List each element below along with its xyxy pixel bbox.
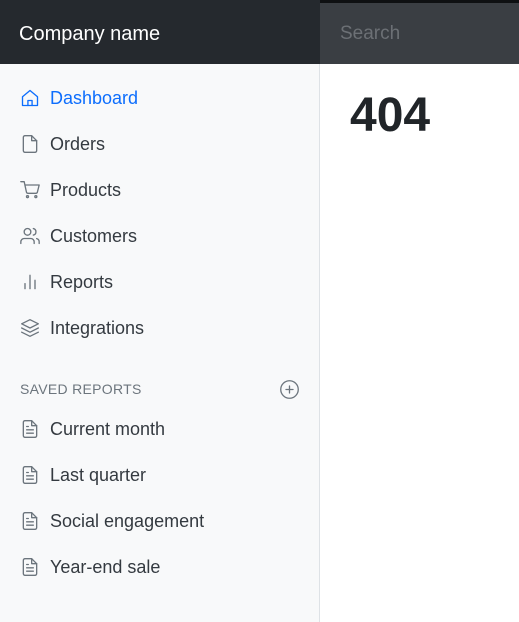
brand-name[interactable]: Company name xyxy=(0,0,320,64)
file-text-icon xyxy=(19,556,41,578)
sidebar-item-dashboard[interactable]: Dashboard xyxy=(0,77,319,119)
sidebar-item-integrations[interactable]: Integrations xyxy=(0,307,319,349)
sidebar-item-social-engagement[interactable]: Social engagement xyxy=(0,500,319,542)
top-navbar: Company name xyxy=(0,0,519,64)
search-input[interactable] xyxy=(320,3,519,64)
sidebar-item-label: Integrations xyxy=(50,317,145,338)
file-text-icon xyxy=(19,464,41,486)
sidebar-item-year-end-sale[interactable]: Year-end sale xyxy=(0,546,319,588)
sidebar-item-label: Orders xyxy=(50,133,106,154)
file-text-icon xyxy=(19,418,41,440)
saved-reports-title: SAVED REPORTS xyxy=(20,381,142,397)
saved-reports-header: SAVED REPORTS xyxy=(0,374,319,402)
layers-icon xyxy=(19,317,41,339)
sidebar-item-label: Reports xyxy=(50,271,114,292)
sidebar-item-products[interactable]: Products xyxy=(0,169,319,211)
plus-circle-icon xyxy=(280,380,299,399)
bar-chart-icon xyxy=(19,271,41,293)
sidebar-item-last-quarter[interactable]: Last quarter xyxy=(0,454,319,496)
users-icon xyxy=(19,225,41,247)
sidebar-item-label: Current month xyxy=(50,418,166,439)
sidebar: Dashboard Orders Products Customers Repo… xyxy=(0,64,320,622)
sidebar-item-label: Last quarter xyxy=(50,464,147,485)
add-report-button[interactable] xyxy=(279,379,300,400)
sidebar-item-customers[interactable]: Customers xyxy=(0,215,319,257)
file-icon xyxy=(19,133,41,155)
sidebar-item-label: Dashboard xyxy=(50,87,139,108)
sidebar-item-label: Products xyxy=(50,179,122,200)
sidebar-item-orders[interactable]: Orders xyxy=(0,123,319,165)
shopping-cart-icon xyxy=(19,179,41,201)
home-icon xyxy=(19,87,41,109)
page-title: 404 xyxy=(350,89,431,142)
sidebar-item-label: Customers xyxy=(50,225,138,246)
file-text-icon xyxy=(19,510,41,532)
sidebar-item-label: Year-end sale xyxy=(50,556,161,577)
sidebar-item-label: Social engagement xyxy=(50,510,205,531)
sidebar-item-current-month[interactable]: Current month xyxy=(0,408,319,450)
sidebar-item-reports[interactable]: Reports xyxy=(0,261,319,303)
main-content: 404 xyxy=(320,64,519,622)
